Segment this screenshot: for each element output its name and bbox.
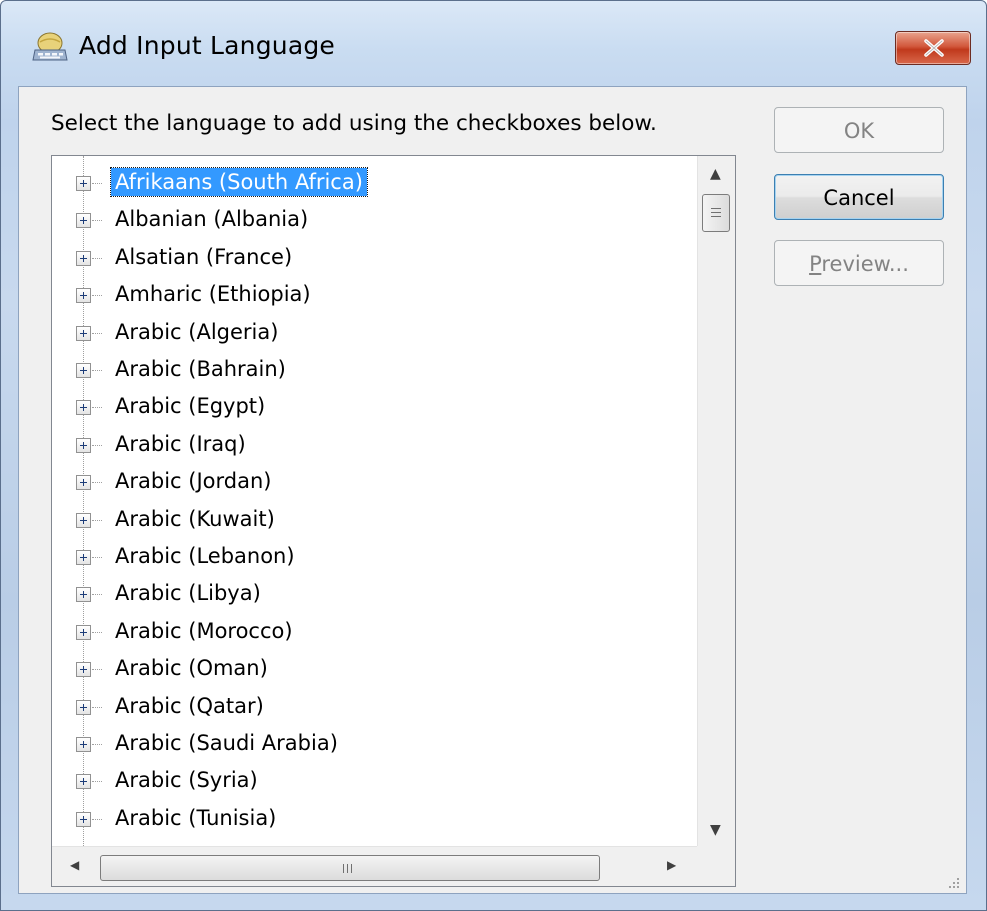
- resize-grip-icon[interactable]: [946, 875, 960, 889]
- language-tree-item-label: Arabic (Jordan): [115, 469, 272, 494]
- language-tree-item[interactable]: Alsatian (France): [52, 239, 698, 276]
- language-tree-item-label: Arabic (Bahrain): [115, 357, 286, 381]
- title-bar[interactable]: Add Input Language: [1, 1, 986, 85]
- keyboard-globe-icon: [31, 30, 69, 66]
- scroll-left-arrow-icon[interactable]: ◀: [70, 858, 79, 872]
- tree-connector-line: [92, 669, 102, 671]
- tree-connector-line: [92, 594, 102, 596]
- language-tree-item[interactable]: Arabic (Tunisia): [52, 800, 698, 837]
- tree-connector-line: [92, 631, 102, 633]
- tree-connector-line: [92, 781, 102, 783]
- language-tree-item-label: Arabic (Morocco): [115, 618, 293, 643]
- tree-connector-line: [92, 257, 102, 259]
- expand-plus-icon[interactable]: [76, 624, 91, 640]
- scroll-right-arrow-icon[interactable]: ▶: [667, 858, 676, 872]
- language-tree-item[interactable]: Amharic (Ethiopia): [52, 276, 698, 313]
- expand-plus-icon[interactable]: [76, 774, 91, 790]
- scroll-up-arrow-icon[interactable]: ▲: [710, 166, 721, 182]
- dialog-body: Select the language to add using the che…: [18, 86, 967, 894]
- language-tree-item[interactable]: Arabic (Iraq): [52, 426, 698, 463]
- cancel-button[interactable]: Cancel: [774, 174, 944, 220]
- scroll-down-arrow-icon[interactable]: ▼: [710, 822, 721, 838]
- language-tree-item-label: Arabic (Oman): [115, 656, 268, 681]
- language-tree-item-label: Alsatian (France): [115, 244, 293, 269]
- language-tree-item-label: Arabic (Tunisia): [115, 805, 277, 830]
- window-title: Add Input Language: [79, 31, 336, 60]
- language-tree-item-label: Arabic (Saudi Arabia): [115, 731, 338, 755]
- language-tree-item[interactable]: Arabic (Saudi Arabia): [52, 725, 698, 762]
- expand-plus-icon[interactable]: [76, 363, 91, 378]
- language-tree-item-label: Arabic (Iraq): [115, 431, 246, 456]
- language-tree-item[interactable]: Arabic (Bahrain): [52, 351, 698, 388]
- close-icon: [924, 39, 944, 57]
- expand-plus-icon[interactable]: [76, 325, 91, 341]
- tree-connector-line: [92, 220, 102, 222]
- tree-connector-line: [92, 519, 102, 521]
- language-tree-item[interactable]: Arabic (Morocco): [52, 613, 698, 650]
- language-tree-item[interactable]: Arabic (Oman): [52, 650, 698, 687]
- expand-plus-icon[interactable]: [76, 475, 91, 491]
- expand-plus-icon[interactable]: [76, 437, 91, 453]
- vertical-scroll-thumb[interactable]: [702, 194, 730, 232]
- add-input-language-dialog: Add Input Language Select the language t…: [0, 0, 987, 911]
- language-tree-item-label: Arabic (Algeria): [115, 319, 279, 344]
- language-tree-item-label: Amharic (Ethiopia): [115, 282, 311, 307]
- language-tree-item[interactable]: Arabic (Libya): [52, 575, 698, 612]
- expand-plus-icon[interactable]: [76, 662, 91, 678]
- language-tree-item-label: Arabic (Kuwait): [115, 506, 275, 531]
- expand-plus-icon[interactable]: [76, 512, 91, 528]
- tree-connector-line: [92, 332, 102, 334]
- language-tree-item[interactable]: Arabic (Algeria): [52, 314, 698, 351]
- language-tree-item-label: Arabic (Syria): [115, 768, 258, 793]
- scrollbar-corner: [697, 846, 735, 886]
- language-tree-item-label: Arabic (Qatar): [115, 693, 264, 718]
- preview-button[interactable]: Preview...: [774, 240, 944, 286]
- expand-plus-icon[interactable]: [76, 737, 91, 752]
- tree-connector-line: [92, 183, 102, 184]
- language-tree-item[interactable]: Arabic (Jordan): [52, 463, 698, 500]
- tree-connector-line: [92, 557, 102, 558]
- expand-plus-icon[interactable]: [76, 250, 91, 266]
- expand-plus-icon[interactable]: [76, 550, 91, 565]
- expand-plus-icon[interactable]: [76, 176, 91, 191]
- tree-connector-line: [92, 818, 102, 820]
- vertical-scrollbar[interactable]: ▲ ▼: [697, 156, 735, 846]
- language-tree[interactable]: Afrikaans (South Africa) Albanian (Albani…: [51, 155, 736, 887]
- language-tree-item-label: Afrikaans (South Africa): [110, 167, 368, 197]
- language-tree-item[interactable]: Afrikaans (South Africa): [52, 164, 698, 201]
- tree-connector-line: [92, 295, 102, 297]
- language-tree-item[interactable]: Albanian (Albania): [52, 201, 698, 238]
- expand-plus-icon[interactable]: [76, 699, 91, 715]
- language-tree-item[interactable]: Arabic (Qatar): [52, 688, 698, 725]
- horizontal-scrollbar[interactable]: ◀ ▶: [52, 846, 697, 886]
- tree-connector-line: [92, 482, 102, 484]
- tree-connector-line: [92, 407, 102, 409]
- tree-connector-line: [92, 706, 102, 708]
- language-tree-item[interactable]: Arabic (Lebanon): [52, 538, 698, 575]
- language-tree-items: Afrikaans (South Africa) Albanian (Albani…: [52, 156, 698, 846]
- language-tree-item-label: Arabic (Lebanon): [115, 544, 295, 568]
- horizontal-scroll-thumb[interactable]: [100, 855, 600, 881]
- tree-connector-line: [92, 370, 102, 371]
- language-tree-item-label: Arabic (Egypt): [115, 394, 266, 419]
- tree-connector-line: [92, 744, 102, 745]
- expand-plus-icon[interactable]: [76, 400, 91, 416]
- language-tree-item-label: Arabic (Libya): [115, 581, 261, 606]
- tree-connector-line: [92, 444, 102, 446]
- expand-plus-icon[interactable]: [76, 213, 91, 229]
- language-tree-item[interactable]: Arabic (Syria): [52, 762, 698, 799]
- language-tree-item[interactable]: Arabic (Egypt): [52, 388, 698, 425]
- expand-plus-icon[interactable]: [76, 288, 91, 304]
- ok-button[interactable]: OK: [774, 107, 944, 153]
- instruction-text: Select the language to add using the che…: [51, 111, 657, 136]
- language-tree-item[interactable]: Arabic (Kuwait): [52, 501, 698, 538]
- expand-plus-icon[interactable]: [76, 811, 91, 827]
- close-button[interactable]: [895, 31, 971, 65]
- language-tree-item-label: Albanian (Albania): [115, 207, 309, 232]
- expand-plus-icon[interactable]: [76, 587, 91, 603]
